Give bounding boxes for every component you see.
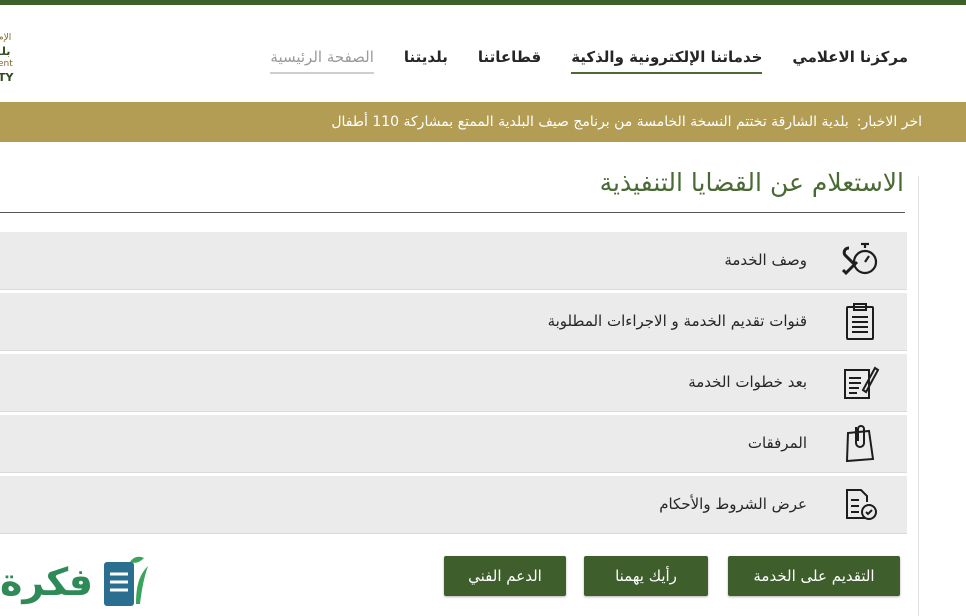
section-label: قنوات تقديم الخدمة و الاجراءات المطلوبة (547, 312, 807, 330)
section-service-description[interactable]: وصف الخدمة (0, 232, 907, 290)
section-service-steps[interactable]: بعد خطوات الخدمة (0, 354, 907, 412)
paperclip-icon (839, 423, 881, 465)
watermark-text: فكرة (0, 560, 95, 604)
logo-text-line1: الإم (0, 33, 12, 43)
nav-sectors[interactable]: قطاعاتنا (478, 46, 541, 74)
municipality-logo[interactable]: الإم بلـ ent TY (0, 32, 20, 92)
document-plant-icon (104, 556, 148, 606)
technical-support-button[interactable]: الدعم الفني (444, 556, 566, 596)
document-pen-icon (839, 362, 881, 404)
clipboard-icon (839, 301, 881, 343)
section-label: وصف الخدمة (724, 251, 807, 269)
nav-home[interactable]: الصفحة الرئيسية (270, 46, 374, 74)
logo-text-line3: ent (0, 59, 13, 69)
nav-municipality[interactable]: بلديتنا (404, 46, 448, 74)
section-label: بعد خطوات الخدمة (688, 373, 807, 391)
news-label: اخر الاخبار: (856, 114, 922, 130)
action-buttons: الدعم الفني رأيك يهمنا التقديم على الخدم… (444, 556, 900, 596)
nav-eservices[interactable]: خدماتنا الإلكترونية والذكية (571, 46, 763, 74)
nav-media-center[interactable]: مركزنا الاعلامي (792, 46, 908, 74)
section-label: عرض الشروط والأحكام (659, 495, 807, 513)
news-headline-link[interactable]: بلدية الشارقة تختتم النسخة الخامسة من بر… (331, 114, 848, 130)
side-divider (918, 176, 919, 616)
title-divider (0, 212, 905, 213)
tools-stopwatch-icon (839, 240, 881, 282)
checklist-icon (839, 484, 881, 526)
watermark-logo: فكرة (0, 552, 152, 615)
main-navigation: مركزنا الاعلامي خدماتنا الإلكترونية والذ… (270, 46, 908, 74)
top-accent-bar (0, 0, 966, 5)
logo-text-line4: TY (0, 71, 14, 84)
apply-service-button[interactable]: التقديم على الخدمة (728, 556, 900, 596)
section-service-channels[interactable]: قنوات تقديم الخدمة و الاجراءات المطلوبة (0, 293, 907, 351)
logo-text-line2: بلـ (0, 45, 11, 58)
service-sections: وصف الخدمة قنوات تقديم الخدمة و الاجراءا… (0, 232, 907, 537)
feedback-button[interactable]: رأيك يهمنا (584, 556, 708, 596)
page-title: الاستعلام عن القضايا التنفيذية (599, 168, 904, 197)
section-terms-conditions[interactable]: عرض الشروط والأحكام (0, 476, 907, 534)
section-attachments[interactable]: المرفقات (0, 415, 907, 473)
section-label: المرفقات (747, 434, 807, 452)
news-ticker: اخر الاخبار: بلدية الشارقة تختتم النسخة … (0, 102, 966, 142)
